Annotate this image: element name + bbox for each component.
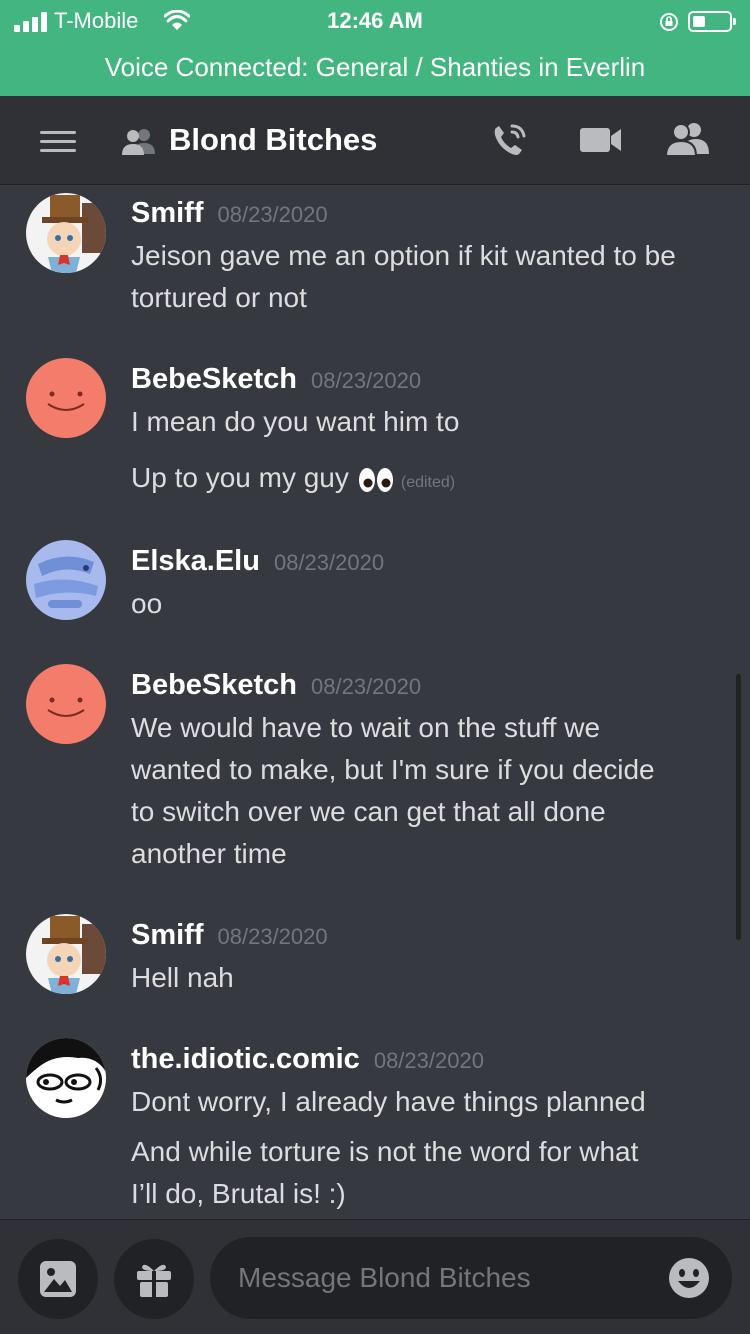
message-text: wanted to make, but I'm sure if you deci… [131,754,655,785]
message-text-edited: Up to you my guy (edited) [131,462,456,493]
message-input-wrapper[interactable] [210,1237,732,1319]
channel-title: Blond Bitches [169,122,378,157]
message-text: oo [131,588,163,619]
ios-status-row: T-Mobile 12:46 AM [0,6,750,36]
message-text: We would have to wait on the stuff we [131,712,601,743]
author-name[interactable]: BebeSketch 08/23/2020 [131,363,421,396]
message-text: I mean do you want him to [131,406,460,437]
scrollbar[interactable] [736,674,741,940]
dm-users-icon [122,129,155,155]
message-text: And while torture is not the word for wh… [131,1136,639,1167]
voice-connected-banner[interactable]: Voice Connected: General / Shanties in E… [0,52,750,83]
avatar[interactable] [26,358,106,438]
timestamp: 08/23/2020 [373,1048,484,1073]
gift-button[interactable] [114,1239,194,1319]
timestamp: 08/23/2020 [311,674,422,699]
message-text: another time [131,838,287,869]
author-name[interactable]: BebeSketch 08/23/2020 [131,669,421,702]
image-icon [40,1261,76,1297]
gift-icon [137,1264,171,1297]
channel-header: Blond Bitches [0,96,750,185]
avatar[interactable] [26,664,106,744]
author-name[interactable]: the.idiotic.comic 08/23/2020 [131,1043,484,1076]
message-text: Hell nah [131,962,234,993]
video-icon[interactable] [578,120,624,160]
emoji-icon[interactable] [668,1257,710,1299]
avatar[interactable] [26,914,106,994]
attach-image-button[interactable] [18,1239,98,1319]
timestamp: 08/23/2020 [217,202,328,227]
battery-icon [688,11,736,32]
call-icon[interactable] [488,120,534,160]
avatar[interactable] [26,540,106,620]
timestamp: 08/23/2020 [273,550,385,575]
hamburger-icon[interactable] [40,131,76,153]
message-text: Jeison gave me an option if kit wanted t… [131,240,676,271]
avatar[interactable] [26,1038,106,1118]
voice-status-bar[interactable]: T-Mobile 12:46 AM Voice Connected: Gener… [0,0,750,96]
timestamp: 08/23/2020 [311,368,422,393]
timestamp: 08/23/2020 [217,924,328,949]
message-text: tortured or not [131,282,307,313]
edited-label: (edited) [400,474,456,491]
message-text: to switch over we can get that all done [131,796,606,827]
rotation-lock-icon [660,13,678,31]
message-text: Dont worry, I already have things planne… [131,1086,646,1117]
author-name[interactable]: Smiff 08/23/2020 [131,197,328,230]
message-input[interactable] [238,1237,638,1319]
avatar[interactable] [26,193,106,273]
eyes-emoji [358,467,393,492]
message-list[interactable]: Smiff 08/23/2020 Jeison gave me an option… [0,185,750,1219]
members-icon[interactable] [664,120,710,160]
author-name[interactable]: Elska.Elu 08/23/2020 [131,545,384,578]
author-name[interactable]: Smiff 08/23/2020 [131,919,328,952]
message-text: I’ll do, Brutal is! :) [131,1178,346,1209]
message-composer [0,1219,750,1334]
clock: 12:46 AM [327,8,423,33]
